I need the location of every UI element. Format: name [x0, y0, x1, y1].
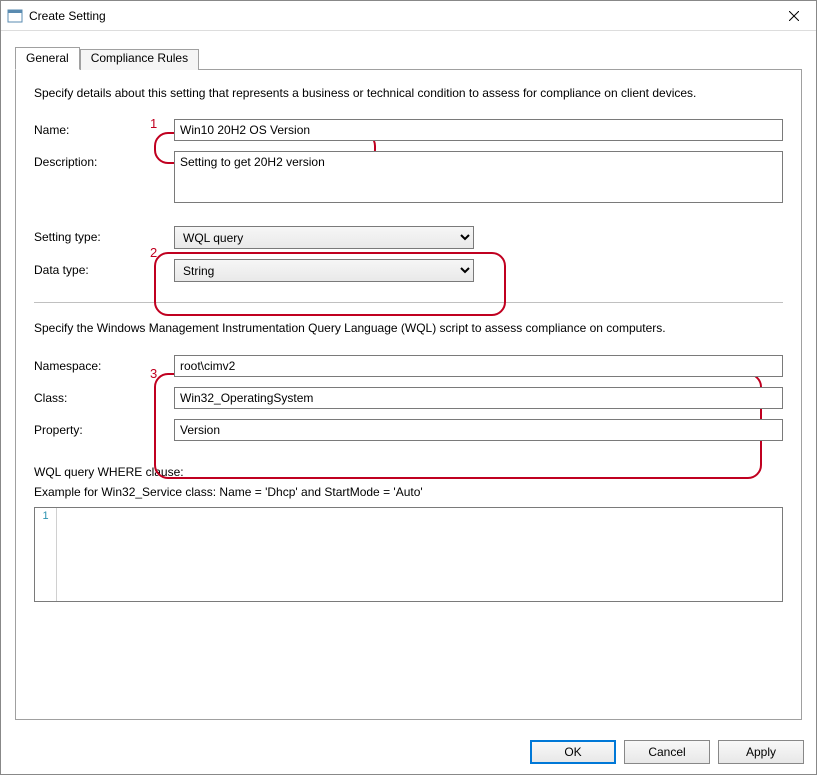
dialog-buttons: OK Cancel Apply	[1, 730, 816, 774]
row-class: Class:	[34, 387, 783, 409]
name-input[interactable]	[174, 119, 783, 141]
label-namespace: Namespace:	[34, 355, 174, 373]
where-clause-text[interactable]	[57, 508, 782, 601]
content-area: General Compliance Rules Specify details…	[1, 31, 816, 730]
tab-panel-general: Specify details about this setting that …	[15, 69, 802, 720]
cancel-button[interactable]: Cancel	[624, 740, 710, 764]
wql-section-text: Specify the Windows Management Instrumen…	[34, 321, 783, 335]
label-data-type: Data type:	[34, 259, 174, 277]
label-where-clause: WQL query WHERE clause:	[34, 465, 783, 479]
line-number-gutter: 1	[35, 508, 57, 601]
data-type-select[interactable]: String	[174, 259, 474, 282]
description-textarea[interactable]	[174, 151, 783, 203]
separator	[34, 302, 783, 303]
create-setting-window: Create Setting General Compliance Rules …	[0, 0, 817, 775]
row-property: Property:	[34, 419, 783, 441]
close-button[interactable]	[771, 1, 816, 31]
setting-type-select[interactable]: WQL query	[174, 226, 474, 249]
apply-button[interactable]: Apply	[718, 740, 804, 764]
titlebar: Create Setting	[1, 1, 816, 31]
row-name: Name:	[34, 119, 783, 141]
label-name: Name:	[34, 119, 174, 137]
where-example: Example for Win32_Service class: Name = …	[34, 485, 783, 499]
label-class: Class:	[34, 387, 174, 405]
property-input[interactable]	[174, 419, 783, 441]
label-property: Property:	[34, 419, 174, 437]
row-description: Description:	[34, 151, 783, 206]
ok-button[interactable]: OK	[530, 740, 616, 764]
class-input[interactable]	[174, 387, 783, 409]
label-description: Description:	[34, 151, 174, 169]
label-setting-type: Setting type:	[34, 226, 174, 244]
tab-general[interactable]: General	[15, 47, 80, 70]
namespace-input[interactable]	[174, 355, 783, 377]
intro-text: Specify details about this setting that …	[34, 85, 783, 101]
window-title: Create Setting	[29, 9, 771, 23]
close-icon	[789, 11, 799, 21]
row-namespace: Namespace:	[34, 355, 783, 377]
where-clause-editor[interactable]: 1	[34, 507, 783, 602]
window-icon	[7, 8, 23, 24]
tab-strip: General Compliance Rules	[15, 47, 802, 70]
row-setting-type: Setting type: WQL query	[34, 226, 783, 249]
tab-compliance-rules[interactable]: Compliance Rules	[80, 49, 199, 70]
row-data-type: Data type: String	[34, 259, 783, 282]
